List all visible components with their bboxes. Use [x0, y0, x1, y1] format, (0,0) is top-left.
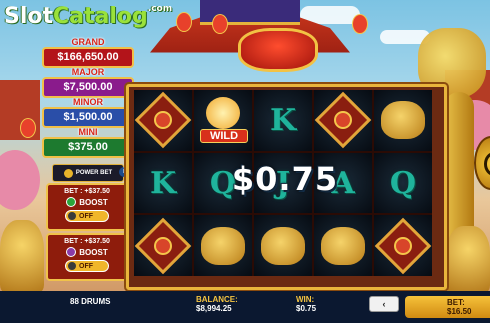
toggle-knob — [68, 262, 76, 270]
jackpot-mini: MINI $375.00 — [42, 127, 134, 158]
letter-Q-symbol: Q — [389, 165, 417, 201]
site-logo: SlotCatalog.com — [4, 4, 172, 29]
diamond-center-icon — [154, 236, 172, 255]
reel-cell — [134, 90, 192, 151]
reel-1: K — [134, 90, 192, 277]
jackpot-amount: $375.00 — [42, 137, 134, 158]
reel-cell — [374, 90, 432, 151]
lightning-icon — [63, 168, 73, 178]
reel-cell — [314, 90, 372, 151]
lion-statue-right-icon — [446, 226, 490, 292]
logo-slot: Slot — [4, 4, 54, 29]
balance-label: BALANCE: — [196, 295, 238, 304]
power-bet-label: POWER BET — [75, 170, 113, 176]
win-label: WIN: — [296, 295, 315, 304]
toggle-knob — [68, 212, 76, 220]
jackpot-major: MAJOR $7,500.00 — [42, 67, 134, 98]
reel-cell — [254, 215, 312, 277]
golden-dragon-icon — [261, 226, 305, 265]
bet-value: $16.50 — [447, 307, 472, 316]
reel-cell — [134, 215, 192, 277]
jackpot-name: GRAND — [71, 37, 105, 47]
wild-burst-icon — [206, 97, 240, 130]
balance-value: $8,994.25 — [196, 304, 232, 313]
reel-cell — [314, 215, 372, 277]
reel-cell: K — [134, 152, 192, 214]
boost-row: BOOST — [48, 197, 126, 207]
reel-cell: K — [254, 90, 312, 151]
jackpot-grand: GRAND $166,650.00 — [42, 37, 134, 68]
prev-button[interactable]: ‹ — [369, 296, 399, 312]
reel-cell — [374, 215, 432, 277]
boost-panel-1: BET : +$37.50 BOOST OFF — [46, 183, 128, 231]
power-bet-badge[interactable]: POWER BET i — [52, 164, 129, 182]
cherry-tree-left — [0, 150, 40, 210]
golden-lion-icon — [321, 226, 365, 265]
lantern-diamond-icon — [314, 92, 372, 149]
win-value: $0.75 — [296, 304, 317, 313]
logo-suffix: .com — [147, 4, 173, 14]
win-display: WIN: $0.75 — [296, 295, 316, 313]
lantern-icon — [20, 118, 36, 138]
boost-label: BOOST — [79, 197, 108, 207]
jackpot-amount: $166,650.00 — [42, 47, 134, 68]
boost-bet-text: BET : +$37.50 — [64, 188, 110, 195]
reel-cell: WILD — [194, 90, 252, 151]
drum-icon — [238, 28, 318, 72]
diamond-center-icon — [334, 111, 352, 130]
lantern-icon — [352, 14, 368, 34]
jackpot-amount: $7,500.00 — [42, 77, 134, 98]
letter-K-symbol: K — [149, 165, 177, 201]
diamond-center-icon — [394, 236, 412, 255]
logo-catalog: Catalog — [53, 4, 148, 29]
lantern-icon — [212, 14, 228, 34]
lantern-diamond-icon — [374, 217, 432, 274]
lion-drum-diamond-icon — [134, 217, 192, 274]
toggle-state: OFF — [79, 262, 93, 270]
boost-row: BOOST — [48, 247, 126, 257]
lion-statue-left-icon — [0, 220, 44, 292]
chevron-left-icon: ‹ — [382, 299, 386, 309]
game-name: 88 DRUMS — [70, 297, 111, 306]
balance-display: BALANCE: $8,994.25 — [196, 295, 238, 313]
wild-label: WILD — [200, 129, 248, 144]
boost-panel-2: BET : +$37.50 BOOST OFF — [46, 233, 128, 281]
lantern-icon — [176, 12, 192, 32]
jackpot-name: MAJOR — [71, 67, 105, 77]
boost-dot-icon — [66, 247, 77, 257]
lantern-diamond-icon — [134, 92, 192, 149]
reel-cell: Q — [374, 152, 432, 214]
boost-dot-icon — [66, 197, 77, 207]
boost-toggle[interactable]: OFF — [65, 210, 109, 222]
bet-button[interactable]: BET: $16.50 — [405, 296, 490, 318]
boost-bet-text: BET : +$37.50 — [64, 238, 110, 245]
golden-lion-icon — [381, 101, 425, 140]
jackpot-minor: MINOR $1,500.00 — [42, 97, 134, 128]
boost-label: BOOST — [79, 247, 108, 257]
win-amount-display: $0.75 — [231, 160, 339, 198]
reel-cell — [194, 215, 252, 277]
reel-5: Q — [374, 90, 432, 277]
diamond-center-icon — [154, 111, 172, 130]
golden-lion-icon — [201, 226, 245, 265]
jackpot-name: MINI — [78, 127, 98, 137]
wild-symbol: WILD — [200, 97, 248, 144]
boost-toggle[interactable]: OFF — [65, 260, 109, 272]
jackpot-name: MINOR — [73, 97, 103, 107]
spin-icon — [484, 152, 490, 176]
letter-K-symbol: K — [269, 102, 297, 138]
toggle-state: OFF — [79, 212, 93, 220]
jackpot-amount: $1,500.00 — [42, 107, 134, 128]
bet-label: BET: — [447, 298, 465, 307]
